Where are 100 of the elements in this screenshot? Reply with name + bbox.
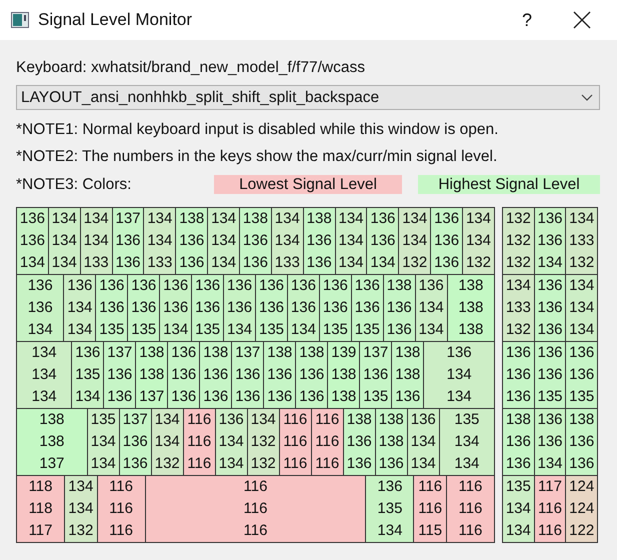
- signal-value: 136: [227, 276, 252, 296]
- signal-value: 133: [506, 298, 531, 318]
- signal-value: 134: [32, 365, 57, 385]
- signal-value: 134: [90, 432, 116, 452]
- signal-value: 134: [402, 209, 428, 229]
- signal-value: 136: [346, 454, 372, 474]
- signal-value: 134: [28, 320, 53, 340]
- signal-value: 137: [39, 454, 64, 474]
- signal-value: 138: [331, 387, 356, 407]
- signal-value: 136: [306, 231, 332, 251]
- signal-value: 136: [537, 231, 563, 251]
- signal-value: 136: [20, 209, 45, 229]
- signal-value: 134: [32, 343, 57, 363]
- signal-value: 118: [28, 477, 52, 497]
- signal-value: 134: [52, 209, 77, 229]
- signal-value: 136: [363, 365, 388, 385]
- signal-value: 136: [179, 253, 204, 273]
- signal-value: 135: [537, 387, 563, 407]
- signal-value: 136: [434, 253, 460, 273]
- signal-value: 135: [354, 320, 380, 340]
- signal-value: 138: [203, 343, 228, 363]
- signal-value: 116: [315, 432, 340, 452]
- signal-value: 138: [267, 343, 292, 363]
- signal-value: 136: [290, 298, 316, 318]
- signal-value: 116: [283, 432, 308, 452]
- signal-value: 134: [68, 477, 94, 497]
- signal-value: 136: [537, 320, 563, 340]
- keyboard-label: Keyboard: xwhatsit/brand_new_model_f/f77/wcass: [16, 58, 366, 78]
- signal-value: 136: [418, 276, 444, 296]
- signal-value: 137: [115, 209, 141, 229]
- signal-value: 136: [537, 298, 563, 318]
- signal-value: 116: [538, 521, 562, 541]
- signal-value: 136: [290, 276, 316, 296]
- signal-value: 132: [402, 253, 428, 273]
- signal-value: 133: [274, 253, 300, 273]
- signal-value: 116: [283, 454, 308, 474]
- signal-value: 134: [147, 231, 172, 251]
- signal-value: 133: [569, 231, 594, 251]
- signal-value: 122: [569, 521, 594, 541]
- signal-value: 134: [32, 387, 57, 407]
- signal-value: 132: [506, 209, 531, 229]
- signal-value: 132: [154, 454, 180, 474]
- signal-value: 136: [386, 298, 412, 318]
- signal-value: 134: [20, 253, 45, 273]
- signal-value: 136: [122, 432, 148, 452]
- signal-value: 116: [418, 499, 442, 519]
- close-icon[interactable]: [573, 11, 591, 29]
- signal-value: 134: [52, 253, 77, 273]
- signal-value: 134: [227, 320, 252, 340]
- signal-value: 137: [122, 410, 148, 430]
- signal-value: 136: [115, 253, 141, 273]
- signal-value: 133: [147, 253, 172, 273]
- signal-value: 134: [506, 521, 531, 541]
- signal-value: 136: [370, 209, 396, 229]
- layout-dropdown[interactable]: LAYOUT_ansi_nonhhkb_split_shift_split_backspace: [16, 85, 600, 110]
- signal-value: 134: [454, 454, 480, 474]
- signal-value: 136: [569, 343, 594, 363]
- signal-value: 136: [354, 298, 380, 318]
- signal-value: 118: [28, 499, 52, 519]
- signal-value: 134: [338, 209, 364, 229]
- signal-value: 116: [538, 499, 562, 519]
- signal-value: 136: [203, 365, 228, 385]
- signal-value: 134: [154, 432, 180, 452]
- signal-value: 135: [454, 410, 480, 430]
- signal-value: 136: [537, 410, 563, 430]
- signal-value: 137: [363, 343, 388, 363]
- signal-value: 115: [418, 521, 442, 541]
- signal-value: 135: [99, 320, 124, 340]
- signal-value: 138: [242, 209, 268, 229]
- signal-value: 136: [569, 432, 594, 452]
- signal-value: 136: [195, 298, 220, 318]
- signal-value: 116: [244, 477, 268, 497]
- signal-value: 136: [235, 387, 260, 407]
- signal-value: 138: [378, 410, 404, 430]
- signal-value: 136: [506, 454, 531, 474]
- signal-value: 136: [171, 343, 196, 363]
- signal-value: 136: [446, 343, 472, 363]
- note-text: *NOTE1: Normal keyboard input is disabled while this window is open.: [16, 120, 500, 140]
- signal-value: 138: [506, 410, 531, 430]
- help-button[interactable]: ?: [515, 10, 539, 30]
- signal-value: 136: [378, 454, 404, 474]
- signal-value: 138: [378, 432, 404, 452]
- signal-value: 116: [109, 477, 133, 497]
- signal-value: 136: [163, 298, 188, 318]
- signal-value: 137: [107, 343, 132, 363]
- signal-value: 132: [68, 521, 94, 541]
- signal-value: 138: [39, 432, 64, 452]
- signal-value: 132: [506, 253, 531, 273]
- signal-value: 134: [84, 231, 109, 251]
- signal-value: 138: [458, 298, 484, 318]
- signal-value: 134: [75, 387, 100, 407]
- signal-value: 136: [242, 231, 268, 251]
- signal-value: 136: [410, 410, 436, 430]
- signal-value: 117: [538, 477, 562, 497]
- signal-value: 116: [458, 499, 482, 519]
- signal-value: 135: [90, 410, 116, 430]
- signal-value: 135: [195, 320, 220, 340]
- signal-value: 134: [274, 209, 300, 229]
- signal-value: 136: [195, 276, 220, 296]
- signal-value: 138: [386, 276, 412, 296]
